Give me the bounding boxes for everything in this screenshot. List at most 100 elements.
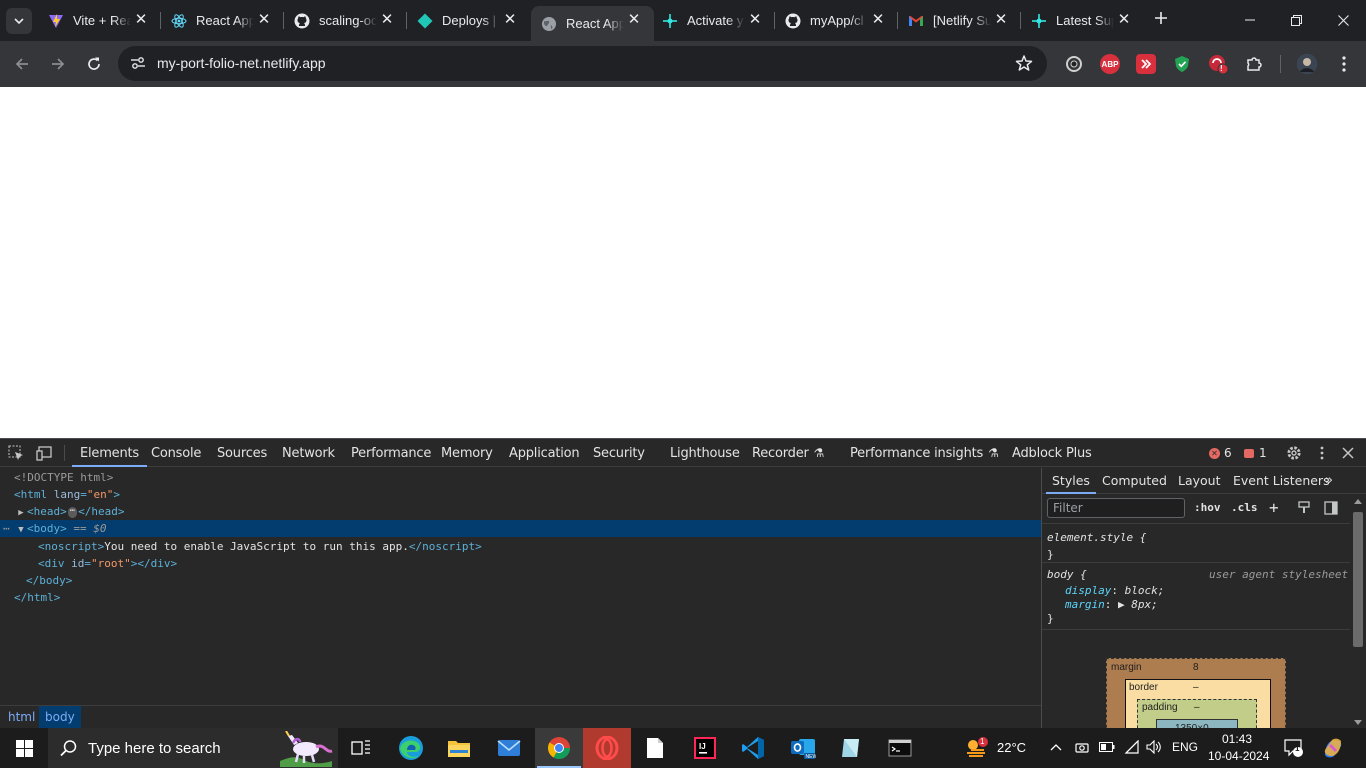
alert-ext-icon[interactable]: ! bbox=[1208, 54, 1228, 74]
tab-performance[interactable]: Performance bbox=[351, 439, 431, 467]
error-counter[interactable]: ✕ 6 bbox=[1209, 446, 1232, 460]
tab-search-button[interactable] bbox=[6, 8, 32, 34]
breadcrumb-html[interactable]: html bbox=[2, 706, 41, 729]
taskbar-intellij[interactable]: IJ bbox=[681, 728, 729, 768]
taskbar-outlook-new[interactable]: NEW bbox=[779, 728, 827, 768]
taskbar-terminal[interactable] bbox=[876, 728, 924, 768]
forward-button[interactable] bbox=[44, 50, 72, 78]
browser-tab[interactable]: [Netlify Su ✕ bbox=[898, 6, 1021, 35]
extensions-puzzle-icon[interactable] bbox=[1244, 54, 1264, 74]
tab-event-listeners[interactable]: Event Listeners bbox=[1233, 468, 1330, 494]
tab-security[interactable]: Security bbox=[593, 439, 645, 467]
style-property-row[interactable]: display: block; bbox=[1065, 584, 1164, 597]
weather-icon[interactable]: 1 bbox=[964, 736, 988, 760]
tab-network[interactable]: Network bbox=[282, 439, 335, 467]
notification-center-icon[interactable]: 1 bbox=[1284, 738, 1304, 761]
url-text[interactable]: my-port-folio-net.netlify.app bbox=[157, 55, 326, 71]
collapse-triangle-icon[interactable]: ▼ bbox=[15, 522, 27, 539]
webcam-icon[interactable] bbox=[1075, 740, 1089, 757]
close-devtools-icon[interactable] bbox=[1340, 445, 1356, 461]
input-language[interactable]: ENG bbox=[1172, 740, 1198, 754]
adblock-plus-icon[interactable]: ABP bbox=[1100, 54, 1120, 74]
close-icon[interactable]: ✕ bbox=[626, 12, 642, 28]
taskbar-search[interactable]: Type here to search bbox=[48, 728, 338, 768]
device-toolbar-icon[interactable] bbox=[36, 445, 52, 461]
close-icon[interactable]: ✕ bbox=[379, 12, 395, 28]
tab-lighthouse[interactable]: Lighthouse bbox=[670, 439, 740, 467]
task-view-button[interactable] bbox=[337, 728, 385, 768]
tab-adblock-plus[interactable]: Adblock Plus bbox=[1012, 439, 1092, 467]
styles-filter-input[interactable] bbox=[1047, 498, 1185, 518]
close-icon[interactable]: ✕ bbox=[993, 12, 1009, 28]
box-border-value[interactable]: – bbox=[1193, 682, 1199, 693]
dom-node-body-close[interactable]: </body> bbox=[0, 572, 1041, 589]
close-icon[interactable]: ✕ bbox=[1116, 12, 1132, 28]
devtools-menu-icon[interactable] bbox=[1314, 445, 1330, 461]
back-button[interactable] bbox=[8, 50, 36, 78]
breadcrumb-body[interactable]: body bbox=[39, 706, 81, 729]
scrollbar-thumb[interactable] bbox=[1353, 512, 1363, 647]
red-ext-icon[interactable] bbox=[1136, 54, 1156, 74]
tab-recorder[interactable]: Recorder ⚗ bbox=[752, 439, 824, 467]
class-toggle[interactable]: .cls bbox=[1231, 501, 1258, 514]
element-style-selector[interactable]: element.style { bbox=[1047, 531, 1146, 544]
taskbar-notepad[interactable] bbox=[631, 728, 679, 768]
body-rule-selector[interactable]: body { bbox=[1047, 568, 1087, 581]
browser-tab-active[interactable]: React App ✕ bbox=[531, 6, 654, 41]
dom-node-noscript[interactable]: <noscript>You need to enable JavaScript … bbox=[0, 538, 1041, 555]
inspect-element-icon[interactable] bbox=[8, 445, 24, 461]
dom-node-body-selected[interactable]: ⋯ ▼ <body> == $0 bbox=[0, 520, 1041, 537]
issues-counter[interactable]: 1 bbox=[1244, 446, 1267, 460]
close-icon[interactable]: ✕ bbox=[256, 12, 272, 28]
collapsed-ellipsis[interactable]: ⋯ bbox=[67, 506, 78, 518]
styles-scrollbar[interactable] bbox=[1350, 496, 1366, 729]
style-property-row[interactable]: margin: ▶ 8px; bbox=[1065, 598, 1158, 611]
hover-state-toggle[interactable]: :hov bbox=[1194, 501, 1221, 514]
close-window-button[interactable] bbox=[1320, 0, 1366, 40]
taskbar-file-explorer[interactable] bbox=[435, 728, 483, 768]
tab-performance-insights[interactable]: Performance insights ⚗ bbox=[850, 439, 999, 467]
address-bar[interactable]: my-port-folio-net.netlify.app bbox=[118, 46, 1047, 81]
clock-date[interactable]: 10-04-2024 bbox=[1208, 749, 1269, 763]
paint-bucket-icon[interactable] bbox=[1297, 501, 1311, 518]
profile-avatar[interactable] bbox=[1297, 54, 1317, 74]
tab-application[interactable]: Application bbox=[509, 439, 580, 467]
box-padding-value[interactable]: – bbox=[1194, 702, 1200, 713]
dom-node-doctype[interactable]: <!DOCTYPE html> bbox=[0, 469, 1041, 486]
dom-node-root-div[interactable]: <div id="root"></div> bbox=[0, 555, 1041, 572]
tab-computed[interactable]: Computed bbox=[1102, 468, 1167, 494]
site-settings-icon[interactable] bbox=[130, 55, 146, 71]
tab-elements[interactable]: Elements bbox=[72, 439, 147, 467]
toggle-sidebar-icon[interactable] bbox=[1324, 501, 1338, 518]
more-tabs-chevron-icon[interactable]: » bbox=[1325, 468, 1333, 494]
tab-memory[interactable]: Memory bbox=[441, 439, 493, 467]
new-tab-button[interactable] bbox=[1150, 9, 1172, 31]
restore-button[interactable] bbox=[1273, 0, 1319, 40]
taskbar-vscode[interactable] bbox=[729, 728, 777, 768]
reload-button[interactable] bbox=[80, 50, 108, 78]
dom-node-head[interactable]: ▶ <head> ⋯ </head> bbox=[0, 503, 1041, 520]
tab-sources[interactable]: Sources bbox=[217, 439, 267, 467]
node-actions-dots[interactable]: ⋯ bbox=[3, 520, 10, 537]
taskbar-chrome[interactable] bbox=[535, 728, 583, 768]
close-icon[interactable]: ✕ bbox=[747, 12, 763, 28]
battery-icon[interactable] bbox=[1099, 741, 1115, 756]
settings-gear-icon[interactable] bbox=[1286, 445, 1302, 461]
tray-overflow-chevron-icon[interactable] bbox=[1050, 738, 1062, 754]
taskbar-snip-tool[interactable] bbox=[827, 728, 875, 768]
start-button[interactable] bbox=[0, 728, 48, 768]
page-viewport[interactable] bbox=[0, 87, 1366, 438]
tab-styles[interactable]: Styles bbox=[1046, 468, 1096, 494]
close-icon[interactable]: ✕ bbox=[502, 12, 518, 28]
tab-console[interactable]: Console bbox=[151, 439, 201, 467]
browser-tab[interactable]: React App ✕ bbox=[161, 6, 284, 35]
close-icon[interactable]: ✕ bbox=[133, 12, 149, 28]
scroll-up-icon[interactable] bbox=[1354, 498, 1362, 504]
new-style-rule-plus-icon[interactable]: + bbox=[1269, 498, 1279, 517]
volume-icon[interactable] bbox=[1146, 739, 1162, 757]
browser-tab[interactable]: Vite + React ✕ bbox=[38, 6, 161, 35]
browser-tab[interactable]: Latest Sup ✕ bbox=[1021, 6, 1144, 35]
shield-ext-icon[interactable] bbox=[1172, 54, 1192, 74]
browser-tab[interactable]: scaling-octo ✕ bbox=[284, 6, 407, 35]
dom-node-html[interactable]: <html lang="en"> bbox=[0, 486, 1041, 503]
